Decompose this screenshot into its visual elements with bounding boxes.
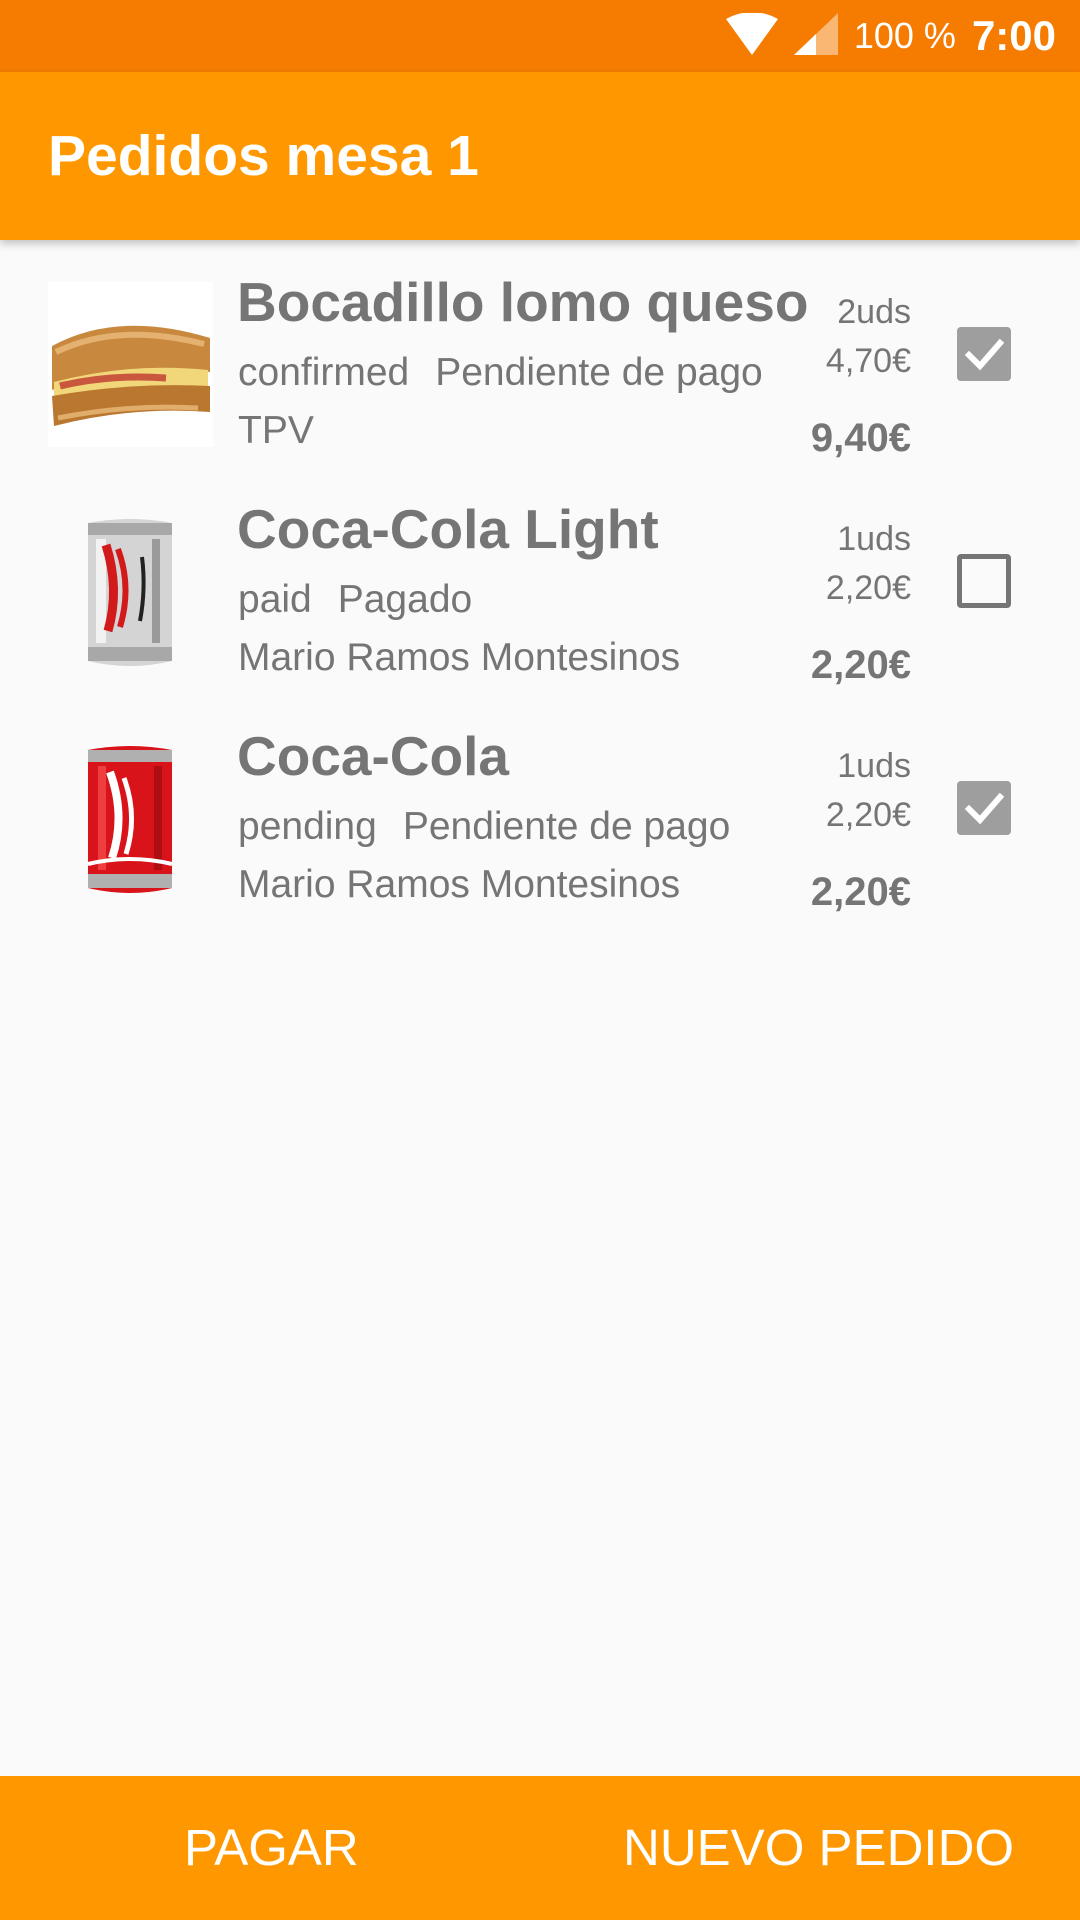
- payment-status: Pendiente de pago: [402, 805, 731, 848]
- payment-status: Pendiente de pago: [435, 351, 763, 394]
- total-price: 9,40€: [810, 416, 911, 460]
- customer-name: Mario Ramos Montesinos: [238, 636, 681, 679]
- signal-icon: [793, 12, 838, 60]
- wifi-icon: [725, 11, 778, 60]
- coca-cola-can-image: [48, 736, 213, 901]
- order-state: confirmed: [238, 351, 410, 394]
- payment-status: Pagado: [337, 578, 473, 621]
- quantity: 1uds: [837, 747, 911, 785]
- order-checkbox[interactable]: [957, 327, 1011, 381]
- unit-price: 4,70€: [825, 342, 911, 380]
- order-state: paid: [238, 578, 312, 621]
- check-icon: [964, 792, 1005, 825]
- bottom-action-bar: PAGAR NUEVO PEDIDO: [0, 1776, 1080, 1920]
- product-name: Bocadillo lomo queso: [237, 271, 809, 333]
- product-name: Coca-Cola: [237, 725, 509, 787]
- quantity: 2uds: [837, 293, 911, 331]
- pay-button[interactable]: PAGAR: [184, 1776, 359, 1920]
- order-status-line: pending Pendiente de pago: [238, 805, 730, 849]
- order-checkbox[interactable]: [957, 781, 1011, 835]
- sandwich-image: [48, 282, 213, 447]
- new-order-button[interactable]: NUEVO PEDIDO: [623, 1776, 1014, 1920]
- order-item-coca-cola-light[interactable]: Coca-Cola Light paid Pagado Mario Ramos M…: [0, 467, 1080, 694]
- unit-price: 2,20€: [825, 796, 911, 834]
- battery-status: 100 %: [853, 15, 956, 56]
- total-price: 2,20€: [810, 643, 911, 687]
- coca-cola-light-can-image: [48, 509, 213, 674]
- page-title: Pedidos mesa 1: [48, 124, 479, 188]
- customer-name: TPV: [238, 409, 314, 452]
- status-bar: 100 % 7:00: [0, 0, 1080, 72]
- order-checkbox[interactable]: [957, 554, 1011, 608]
- order-item-coca-cola[interactable]: Coca-Cola pending Pendiente de pago Mario…: [0, 694, 1080, 921]
- order-status-line: confirmed Pendiente de pago: [238, 351, 763, 395]
- total-price: 2,20€: [810, 870, 911, 914]
- quantity: 1uds: [837, 520, 911, 558]
- order-list: Bocadillo lomo queso confirmed Pendiente …: [0, 240, 1080, 921]
- order-state: pending: [238, 805, 377, 848]
- customer-name: Mario Ramos Montesinos: [238, 863, 681, 906]
- check-icon: [964, 338, 1005, 371]
- order-status-line: paid Pagado: [238, 578, 472, 622]
- unit-price: 2,20€: [825, 569, 911, 607]
- product-name: Coca-Cola Light: [237, 498, 659, 560]
- app-bar: Pedidos mesa 1: [0, 72, 1080, 240]
- order-item-bocadillo[interactable]: Bocadillo lomo queso confirmed Pendiente …: [0, 240, 1080, 467]
- status-icons: 100 % 7:00: [725, 0, 1056, 72]
- clock: 7:00: [971, 12, 1056, 59]
